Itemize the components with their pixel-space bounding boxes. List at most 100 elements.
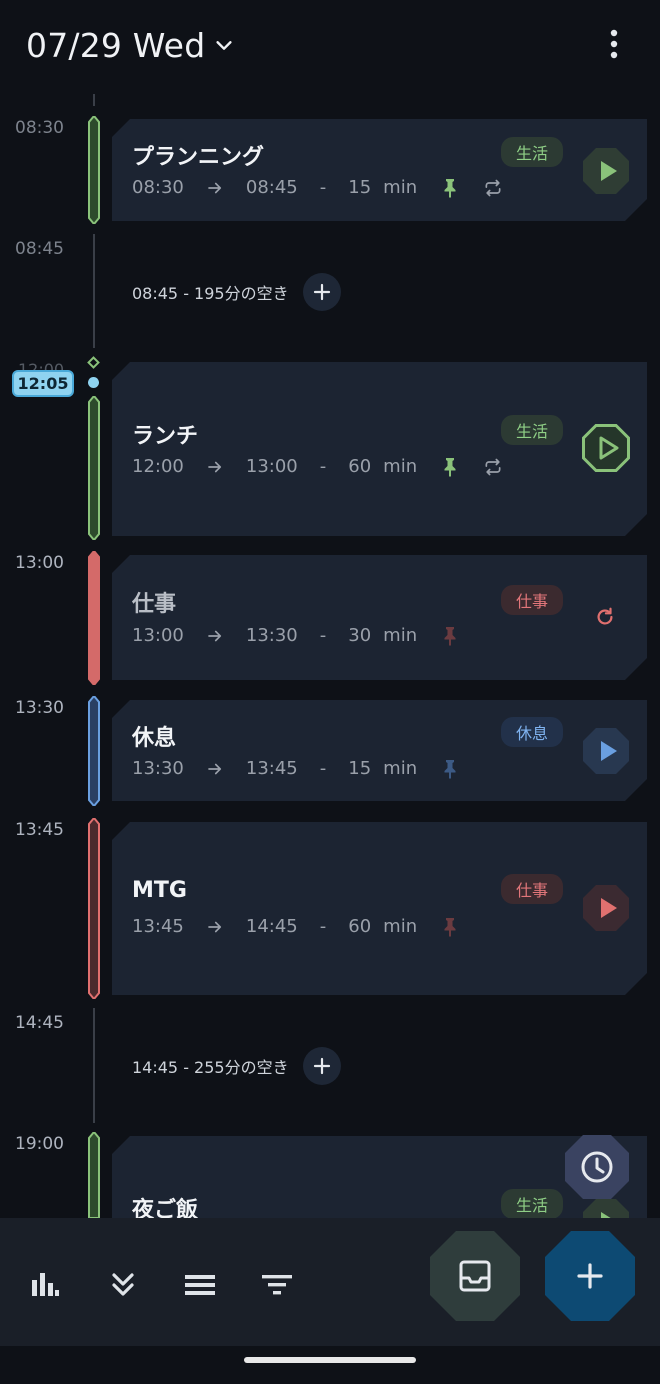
- add-to-slot-button[interactable]: [302, 1047, 341, 1085]
- task-card[interactable]: プランニング 08:30 08:45 - 15 min 生活: [112, 119, 647, 221]
- task-unit: min: [383, 758, 418, 779]
- duration-bar: [88, 396, 100, 540]
- more-vert-icon[interactable]: [596, 24, 632, 64]
- separator: -: [319, 456, 327, 477]
- task-duration: 15: [348, 758, 372, 779]
- home-indicator[interactable]: [244, 1357, 416, 1363]
- chevron-down-icon: [216, 41, 232, 50]
- free-slot-text: 08:45 - 195分の空き: [132, 284, 289, 303]
- task-start: 13:00: [132, 625, 184, 646]
- task-title: ランチ: [132, 424, 199, 449]
- task-meta: 13:30 13:45 - 15 min: [132, 758, 459, 779]
- task-meta: 13:45 14:45 - 60 min: [132, 916, 459, 937]
- task-duration: 60: [348, 456, 372, 477]
- duration-bar: [88, 696, 100, 806]
- play-icon[interactable]: [582, 147, 630, 195]
- current-time-badge: 12:05: [12, 370, 74, 397]
- add-icon: [313, 283, 330, 301]
- free-slot-text: 14:45 - 255分の空き: [132, 1058, 289, 1077]
- task-card[interactable]: ランチ 12:00 13:00 - 60 min 生活: [112, 362, 647, 536]
- app-header: 07/29 Wed: [0, 0, 660, 90]
- separator: -: [319, 177, 327, 198]
- pin-icon[interactable]: [441, 178, 459, 198]
- category-tag: 生活: [501, 1189, 563, 1218]
- arrow-right-icon: [206, 918, 224, 936]
- time-label: 13:00: [15, 553, 64, 573]
- free-slot: 14:45 - 255分の空き: [132, 1047, 341, 1085]
- task-title: 仕事: [132, 592, 177, 617]
- add-icon: [313, 1057, 330, 1075]
- separator: -: [319, 758, 327, 779]
- duration-bar: [88, 551, 100, 685]
- task-title: プランニング: [132, 145, 265, 170]
- separator: -: [319, 625, 327, 646]
- task-meta: 13:00 13:30 - 30 min: [132, 625, 459, 646]
- duration-bar: [88, 818, 100, 999]
- category-tag: 生活: [501, 415, 563, 445]
- task-duration: 30: [348, 625, 372, 646]
- task-start: 13:30: [132, 758, 184, 779]
- add-task-button[interactable]: [544, 1230, 636, 1322]
- task-title: MTG: [132, 878, 187, 903]
- arrow-right-icon: [206, 760, 224, 778]
- task-unit: min: [383, 456, 418, 477]
- time-label: 14:45: [15, 1013, 64, 1033]
- time-label: 19:00: [15, 1134, 64, 1154]
- pin-icon[interactable]: [441, 759, 459, 779]
- date-selector[interactable]: 07/29 Wed: [26, 22, 235, 68]
- task-card[interactable]: 休息 13:30 13:45 - 15 min 休息: [112, 700, 647, 801]
- play-icon[interactable]: [582, 424, 630, 472]
- duration-bar: [88, 1132, 100, 1218]
- task-meta: 12:00 13:00 - 60 min: [132, 456, 503, 477]
- pin-icon[interactable]: [441, 917, 459, 937]
- task-unit: min: [383, 625, 418, 646]
- category-tag: 休息: [501, 717, 563, 747]
- time-label: 08:30: [15, 118, 64, 138]
- task-start: 08:30: [132, 177, 184, 198]
- task-unit: min: [383, 177, 418, 198]
- task-card[interactable]: MTG 13:45 14:45 - 60 min 仕事: [112, 822, 647, 995]
- task-duration: 15: [348, 177, 372, 198]
- add-to-slot-button[interactable]: [302, 273, 341, 311]
- task-end: 13:45: [245, 758, 298, 779]
- separator: -: [319, 916, 327, 937]
- filter-icon[interactable]: [260, 1268, 294, 1302]
- task-duration: 60: [348, 916, 372, 937]
- task-end: 08:45: [245, 177, 298, 198]
- task-start: 13:45: [132, 916, 184, 937]
- bar-chart-icon[interactable]: [28, 1268, 62, 1302]
- free-slot: 08:45 - 195分の空き: [132, 273, 341, 311]
- start-marker: [87, 356, 100, 369]
- category-tag: 生活: [501, 137, 563, 167]
- category-tag: 仕事: [501, 874, 563, 904]
- list-view-icon[interactable]: [183, 1268, 217, 1302]
- arrow-right-icon: [206, 458, 224, 476]
- task-meta: 08:30 08:45 - 15 min: [132, 177, 503, 198]
- time-label: 13:30: [15, 698, 64, 718]
- task-card[interactable]: 仕事 13:00 13:30 - 30 min 仕事: [112, 555, 647, 680]
- clock-icon[interactable]: [564, 1134, 630, 1200]
- task-unit: min: [383, 916, 418, 937]
- time-label: 08:45: [15, 239, 64, 259]
- inbox-button[interactable]: [429, 1230, 521, 1322]
- restart-icon[interactable]: [594, 606, 616, 628]
- timeline-line: [93, 1008, 95, 1123]
- task-end: 13:00: [245, 456, 298, 477]
- arrow-right-icon: [206, 627, 224, 645]
- time-label: 13:45: [15, 820, 64, 840]
- timeline-line: [93, 94, 95, 106]
- repeat-icon[interactable]: [483, 457, 503, 477]
- date-title: 07/29 Wed: [26, 25, 206, 65]
- pin-icon[interactable]: [441, 457, 459, 477]
- double-chevron-down-icon[interactable]: [106, 1268, 140, 1302]
- repeat-icon[interactable]: [483, 178, 503, 198]
- play-icon[interactable]: [582, 884, 630, 932]
- task-end: 13:30: [245, 625, 298, 646]
- category-tag: 仕事: [501, 585, 563, 615]
- duration-bar: [88, 116, 100, 224]
- play-icon[interactable]: [582, 727, 630, 775]
- current-time-dot: [88, 377, 99, 388]
- task-end: 14:45: [245, 916, 298, 937]
- pin-icon[interactable]: [441, 626, 459, 646]
- task-start: 12:00: [132, 456, 184, 477]
